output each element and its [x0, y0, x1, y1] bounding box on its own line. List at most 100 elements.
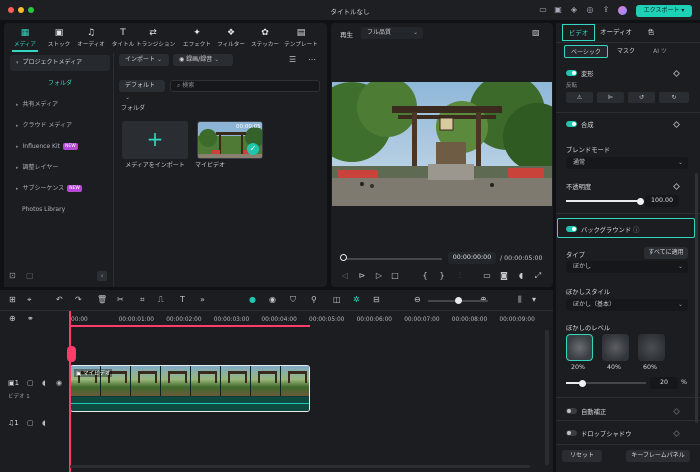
- subtab-ai-tools[interactable]: AI ツ: [646, 45, 674, 58]
- columns-icon[interactable]: ⫼: [518, 295, 522, 305]
- folder-icon[interactable]: ▢: [26, 271, 34, 280]
- new-folder-icon[interactable]: ⊡: [9, 271, 16, 280]
- video-clip[interactable]: ▣ マイビデオ: [70, 365, 310, 412]
- export-button[interactable]: エクスポート ▾: [636, 5, 692, 17]
- keyframe-diamond-icon[interactable]: [672, 69, 681, 78]
- tab-media[interactable]: ▦ メディア: [8, 25, 42, 49]
- quality-dropdown[interactable]: フル品質 ⌄: [361, 27, 423, 39]
- split-icon[interactable]: ⊟: [373, 295, 380, 304]
- keyframe-diamond-icon[interactable]: [672, 182, 681, 191]
- avatar[interactable]: [618, 6, 627, 15]
- tab-transition[interactable]: ⇄ トランジション: [136, 25, 175, 49]
- mark-out-icon[interactable]: }: [437, 271, 447, 281]
- gift-icon[interactable]: ◈: [569, 5, 579, 15]
- sidebar-item-3[interactable]: ▸ 調整レイヤー: [10, 160, 110, 176]
- playhead-knob[interactable]: [340, 254, 347, 261]
- insert-icon[interactable]: ⫶: [455, 271, 465, 281]
- help-icon[interactable]: ⓘ: [633, 227, 639, 234]
- flip-vertical-button[interactable]: ⊫: [597, 92, 624, 103]
- playback-progress[interactable]: [342, 258, 442, 260]
- opacity-slider-knob[interactable]: [636, 197, 644, 205]
- composite-toggle[interactable]: [566, 121, 577, 127]
- sidebar-project-media[interactable]: ▾ プロジェクトメディア: [10, 55, 110, 71]
- undo-icon[interactable]: ↶: [56, 295, 63, 304]
- step-back-icon[interactable]: ⊳: [357, 271, 367, 281]
- eye-icon[interactable]: ◉: [56, 379, 62, 387]
- zoom-slider-knob[interactable]: [455, 297, 462, 304]
- drop-shadow-toggle[interactable]: [566, 430, 577, 436]
- add-track-icon[interactable]: ⊕: [9, 314, 16, 323]
- sort-dropdown[interactable]: デフォルト ⌄: [119, 80, 165, 101]
- blur-slider-knob[interactable]: [578, 379, 586, 387]
- rotate-left-button[interactable]: ↺: [628, 92, 655, 103]
- folder-icon[interactable]: ▢: [27, 419, 34, 427]
- keyframe-panel-button[interactable]: キーフレームパネル: [626, 450, 690, 462]
- timeline-horizontal-scrollbar[interactable]: [70, 465, 530, 468]
- ai-icon[interactable]: ●: [249, 295, 256, 304]
- opacity-input[interactable]: 100.00: [645, 195, 679, 207]
- blur-20-swatch[interactable]: [566, 334, 593, 361]
- save-icon[interactable]: ▣: [553, 5, 563, 15]
- zoom-out-icon[interactable]: ⊖: [414, 295, 421, 304]
- blur-input[interactable]: 20: [650, 377, 678, 389]
- sidebar-item-2[interactable]: ▸ Influence Kit NEW: [10, 139, 110, 155]
- snapshot-icon[interactable]: ▨: [532, 28, 540, 37]
- text-icon[interactable]: T: [180, 295, 185, 304]
- more-icon[interactable]: ⋯: [308, 55, 316, 64]
- background-type-select[interactable]: ぼかし ⌄: [566, 261, 688, 273]
- background-toggle[interactable]: [566, 226, 577, 232]
- tab-template[interactable]: ▤ テンプレート: [284, 25, 318, 49]
- marker-icon[interactable]: ⛉: [290, 295, 296, 305]
- snap-icon[interactable]: ✲: [353, 295, 360, 304]
- record-dropdown[interactable]: ◉ 録画/録音 ⌄: [173, 54, 233, 66]
- auto-enhance-toggle[interactable]: [566, 408, 577, 414]
- play-icon[interactable]: ▷: [374, 271, 384, 281]
- properties-scrollbar[interactable]: [695, 173, 698, 423]
- playhead[interactable]: [69, 311, 71, 472]
- video-preview[interactable]: [332, 82, 552, 206]
- stop-icon[interactable]: □: [390, 271, 400, 281]
- sidebar-item-4[interactable]: ▸ サブシーケンス NEW: [10, 181, 110, 197]
- cut-icon[interactable]: ✂: [117, 295, 124, 304]
- pointer-icon[interactable]: ⌖: [27, 295, 32, 305]
- keyframe-diamond-icon[interactable]: [672, 120, 681, 129]
- mic-icon[interactable]: ⚲: [311, 295, 317, 304]
- subtab-basic[interactable]: ベーシック: [564, 45, 608, 58]
- tab-title[interactable]: T タイトル: [106, 25, 140, 49]
- transform-toggle[interactable]: [566, 70, 577, 76]
- subtab-mask[interactable]: マスク: [612, 45, 640, 58]
- blend-mode-select[interactable]: 通常 ⌄: [566, 157, 688, 169]
- sidebar-item-0[interactable]: ▸ 共有メディア: [10, 97, 110, 113]
- filter-icon[interactable]: ☰: [289, 55, 296, 64]
- upload-icon[interactable]: ⇪: [601, 5, 611, 15]
- rotate-right-button[interactable]: ↻: [659, 92, 689, 103]
- volume-icon[interactable]: ◖: [516, 271, 526, 281]
- speed-icon[interactable]: ⎍: [158, 295, 164, 305]
- sidebar-item-5[interactable]: Photos Library: [10, 202, 110, 218]
- tab-audio[interactable]: オーディオ: [598, 24, 634, 41]
- keyframe-diamond-icon[interactable]: [672, 407, 681, 416]
- more-tools-icon[interactable]: »: [200, 295, 205, 304]
- link-icon[interactable]: ⚭: [27, 314, 34, 323]
- tab-sticker[interactable]: ✿ ステッカー: [248, 25, 282, 49]
- crop-icon[interactable]: ⌗: [140, 295, 145, 305]
- import-dropdown[interactable]: インポート ⌄: [119, 54, 169, 66]
- display-icon[interactable]: ▭: [482, 271, 492, 281]
- tab-music[interactable]: ♫ オーディオ: [74, 25, 108, 49]
- previous-frame-icon[interactable]: ◁: [340, 271, 350, 281]
- keyframe-diamond-icon[interactable]: [672, 429, 681, 438]
- flip-horizontal-button[interactable]: ⚠: [566, 92, 593, 103]
- tab-color[interactable]: 色: [636, 24, 666, 41]
- sidebar-item-1[interactable]: ▸ クラウド メディア: [10, 118, 110, 134]
- sidebar-item-folder[interactable]: フォルダ: [10, 76, 110, 92]
- grid-icon[interactable]: ⊞: [9, 295, 16, 304]
- headset-icon[interactable]: ◎: [585, 5, 595, 15]
- menu-icon[interactable]: ▾: [532, 295, 536, 304]
- redo-icon[interactable]: ↷: [75, 295, 82, 304]
- layers-icon[interactable]: ◫: [333, 295, 341, 304]
- speaker-icon[interactable]: ◖: [42, 419, 46, 427]
- fullscreen-icon[interactable]: ⤢: [533, 271, 543, 281]
- collapse-sidebar-button[interactable]: ‹: [97, 271, 107, 281]
- folder-icon[interactable]: ▢: [27, 379, 34, 387]
- blur-60-swatch[interactable]: [638, 334, 665, 361]
